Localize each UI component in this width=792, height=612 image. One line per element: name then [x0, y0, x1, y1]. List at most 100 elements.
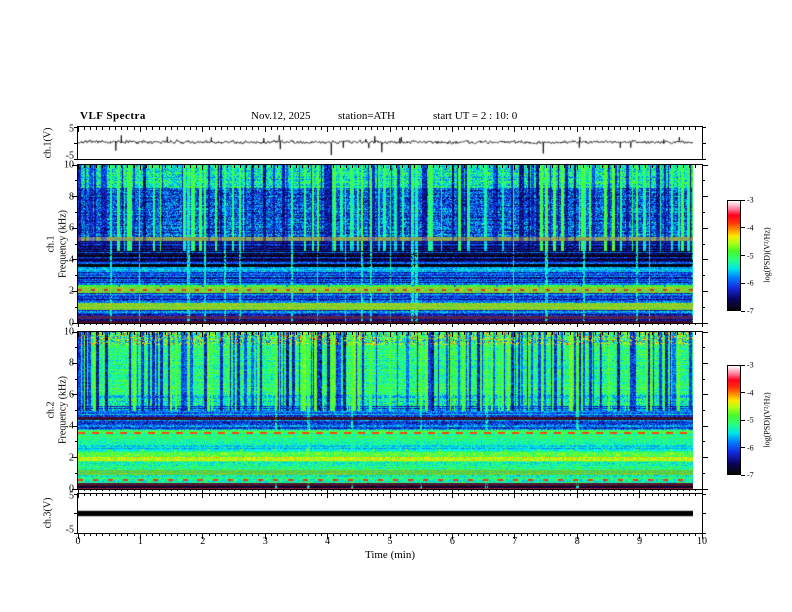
- time-tick: [533, 332, 535, 335]
- time-tick: [127, 127, 129, 130]
- time-tick: [695, 165, 697, 168]
- time-tick: [526, 494, 528, 496]
- time-tick: [501, 165, 503, 168]
- time-tick: [270, 165, 272, 168]
- time-tick: [408, 323, 410, 325]
- time-tick: [645, 489, 647, 491]
- time-tick: [189, 494, 191, 496]
- time-tick-label: 4: [325, 536, 331, 547]
- time-tick: [657, 533, 659, 536]
- time-tick: [352, 332, 354, 335]
- freq-tick: [702, 410, 705, 411]
- time-tick: [196, 323, 198, 325]
- volt-tick: [702, 493, 706, 495]
- time-tick: [183, 489, 185, 491]
- freq-tick-label: 10: [64, 326, 74, 338]
- colorbar-ch2: [727, 365, 741, 475]
- time-tick: [451, 127, 453, 132]
- time-tick: [77, 127, 79, 132]
- time-tick: [476, 127, 478, 130]
- time-tick: [245, 332, 247, 335]
- time-tick: [458, 489, 460, 491]
- time-tick: [501, 332, 503, 335]
- time-tick: [214, 165, 216, 168]
- time-tick: [533, 489, 535, 491]
- time-tick: [689, 332, 691, 335]
- time-tick: [520, 332, 522, 335]
- time-tick: [582, 332, 584, 335]
- time-tick: [177, 127, 179, 130]
- time-tick: [164, 165, 166, 168]
- time-tick: [327, 332, 329, 337]
- time-tick: [426, 489, 428, 491]
- time-tick: [589, 323, 591, 325]
- time-tick: [495, 323, 497, 325]
- time-tick: [476, 489, 478, 491]
- freq-tick: [702, 472, 705, 474]
- time-tick: [595, 489, 597, 491]
- time-tick: [420, 489, 422, 491]
- time-tick: [570, 489, 572, 491]
- freq-tick: [75, 378, 78, 380]
- time-tick: [358, 323, 360, 325]
- time-tick: [364, 127, 366, 130]
- time-tick: [607, 165, 609, 168]
- time-tick: [495, 533, 497, 536]
- time-tick: [526, 332, 528, 335]
- time-tick: [426, 332, 428, 335]
- time-tick: [508, 127, 510, 130]
- freq-tick-label: 4: [69, 254, 74, 266]
- time-tick: [283, 323, 285, 325]
- time-tick: [657, 332, 659, 335]
- time-tick: [570, 332, 572, 335]
- time-tick: [664, 533, 666, 536]
- time-tick: [196, 489, 198, 491]
- time-tick: [533, 494, 535, 496]
- time-tick: [364, 494, 366, 496]
- time-tick: [395, 533, 397, 536]
- time-tick: [377, 489, 379, 491]
- time-tick: [570, 165, 572, 168]
- volt-tick: [74, 493, 78, 495]
- time-tick: [83, 165, 85, 168]
- freq-tick: [702, 322, 708, 324]
- time-tick: [501, 323, 503, 325]
- time-tick: [345, 494, 347, 496]
- time-tick: [345, 332, 347, 335]
- time-tick: [670, 489, 672, 491]
- time-tick: [383, 533, 385, 536]
- time-tick: [214, 127, 216, 130]
- colorbar-tick-label: -3: [747, 195, 754, 205]
- freq-tick: [75, 211, 78, 213]
- time-tick: [352, 494, 354, 496]
- time-tick: [227, 127, 229, 130]
- time-tick: [470, 323, 472, 325]
- time-tick: [514, 323, 516, 327]
- time-tick: [420, 494, 422, 496]
- time-tick: [252, 489, 254, 491]
- time-tick: [221, 332, 223, 335]
- time-tick: [121, 127, 123, 130]
- time-tick: [445, 332, 447, 335]
- time-tick: [395, 127, 397, 130]
- time-tick: [670, 332, 672, 335]
- freq-tick: [75, 306, 78, 308]
- time-tick: [214, 332, 216, 335]
- time-tick: [370, 323, 372, 325]
- time-tick: [121, 332, 123, 335]
- time-tick: [551, 494, 553, 496]
- time-tick: [576, 127, 578, 132]
- time-tick: [196, 165, 198, 168]
- time-tick: [582, 494, 584, 496]
- ch3-waveform-canvas: [78, 494, 693, 533]
- time-tick: [227, 489, 229, 491]
- time-tick: [551, 127, 553, 130]
- freq-tick: [75, 441, 78, 443]
- time-tick: [564, 494, 566, 496]
- time-tick: [589, 489, 591, 491]
- ch1-frequency-axis-label: Frequency (kHz): [57, 209, 69, 279]
- time-tick: [102, 323, 104, 325]
- colorbar-tick-label: -6: [747, 443, 754, 452]
- colorbar-tick: [741, 282, 745, 284]
- time-tick-label: 2: [200, 536, 206, 547]
